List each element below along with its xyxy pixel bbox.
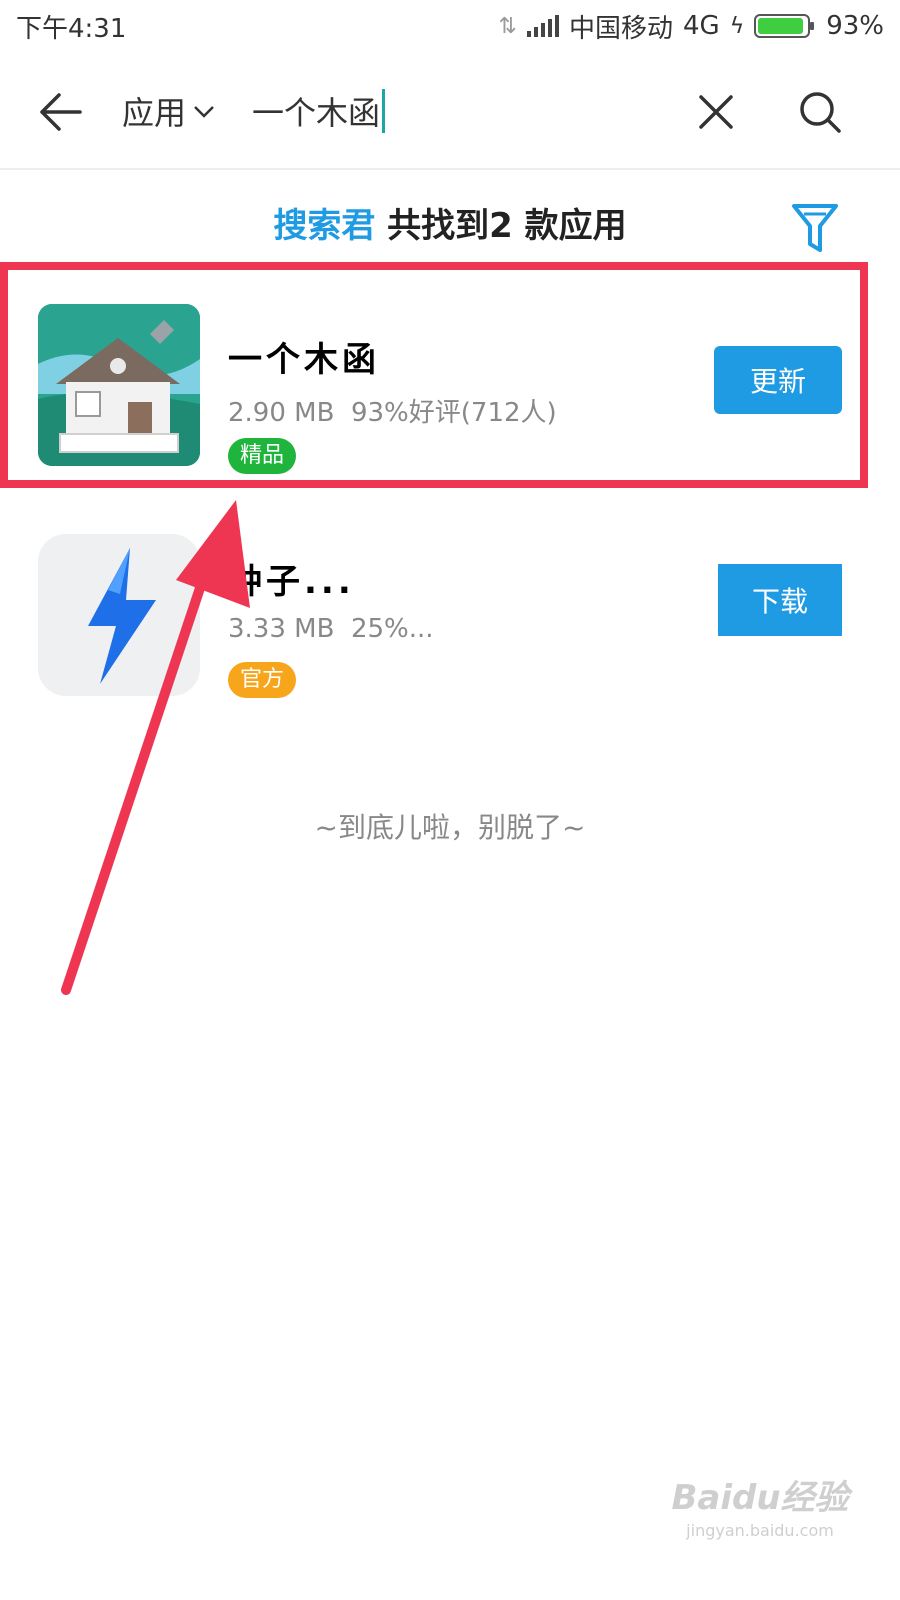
carrier-name: 中国移动 bbox=[568, 13, 673, 44]
battery-icon bbox=[754, 14, 815, 38]
category-label: 应用 bbox=[122, 94, 187, 132]
filter-button[interactable] bbox=[790, 200, 840, 256]
clear-button[interactable] bbox=[686, 82, 746, 142]
chevron-down-icon bbox=[194, 106, 214, 118]
result-count-text: 共找到2 款应用 bbox=[387, 206, 627, 246]
download-button[interactable]: 下载 bbox=[718, 564, 842, 636]
filter-icon bbox=[792, 204, 838, 252]
app-meta: 3.33 MB 25%... bbox=[228, 614, 434, 644]
app-list-item[interactable]: 种子... 3.33 MB 25%... 官方 下载 bbox=[0, 534, 900, 734]
category-dropdown[interactable]: 应用 bbox=[122, 88, 216, 134]
baidu-watermark: Baidu经验 jingyan.baidu.com bbox=[670, 1470, 850, 1580]
app-rating: 25%... bbox=[350, 614, 434, 644]
text-caret bbox=[382, 89, 386, 133]
status-bar: 下午4:31 ⇅ 中国移动 4G ϟ 93% bbox=[0, 0, 900, 52]
result-summary: 搜索君 共找到2 款应用 bbox=[0, 198, 900, 258]
back-button[interactable] bbox=[30, 82, 90, 142]
app-icon-lightning bbox=[38, 534, 200, 696]
data-transfer-icon: ⇅ bbox=[498, 13, 517, 39]
search-query-text: 一个木函 bbox=[252, 94, 381, 132]
highlight-box bbox=[0, 262, 868, 488]
search-button[interactable] bbox=[790, 82, 850, 142]
battery-fill bbox=[758, 18, 803, 34]
search-icon bbox=[800, 92, 841, 133]
app-name: 种子... bbox=[228, 562, 355, 602]
signal-icon bbox=[526, 15, 559, 37]
close-icon bbox=[699, 95, 733, 129]
search-bar: 应用 一个木函 bbox=[0, 60, 900, 170]
status-time: 下午4:31 bbox=[16, 13, 127, 44]
app-tag-badge: 官方 bbox=[228, 662, 297, 698]
battery-percent: 93% bbox=[826, 11, 884, 41]
watermark-brand: Baidu经验 bbox=[671, 1478, 849, 1518]
network-type: 4G bbox=[682, 11, 720, 41]
app-size: 3.33 MB bbox=[228, 614, 335, 644]
result-brand: 搜索君 bbox=[273, 206, 376, 246]
charging-icon: ϟ bbox=[729, 13, 745, 39]
back-arrow-icon bbox=[40, 93, 82, 131]
status-indicators: ⇅ 中国移动 4G ϟ 93% bbox=[499, 8, 884, 45]
watermark-url: jingyan.baidu.com bbox=[686, 1521, 834, 1540]
end-of-list-text: ~到底儿啦，别脱了~ bbox=[314, 811, 586, 844]
search-input[interactable]: 一个木函 bbox=[252, 88, 386, 134]
